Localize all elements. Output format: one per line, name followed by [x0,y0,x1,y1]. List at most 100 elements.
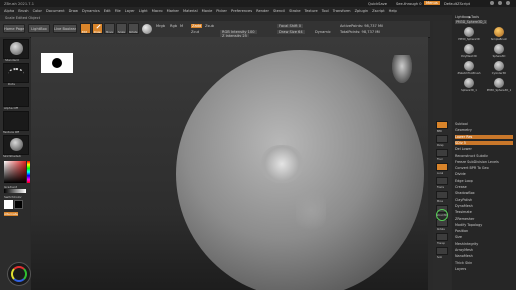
brush-standard-thumb[interactable] [3,39,29,59]
minimize-icon[interactable] [490,1,494,5]
menu-item-document[interactable]: Document [46,9,65,13]
panel-item-meshintegrity[interactable]: MeshIntegrity [455,242,513,247]
polyframe-icon[interactable] [436,209,448,221]
alternate-button[interactable]: Alternate [4,212,18,216]
stroke-dots-thumb[interactable] [3,63,29,83]
menu-item-preferences[interactable]: Preferences [231,9,252,13]
panel-item-arraymesh[interactable]: ArrayMesh [455,248,513,253]
menu-item-zscript[interactable]: Zscript [372,9,384,13]
menu-item-layer[interactable]: Layer [125,9,135,13]
shelf-button-solo[interactable]: Solo [436,247,448,259]
gradient-bar[interactable] [4,189,26,193]
shelf-button-bpr[interactable]: BPR [436,121,448,133]
menu-item-macro[interactable]: Macro [152,9,163,13]
maximize-icon[interactable] [498,1,502,5]
draw-button[interactable]: Draw [92,23,103,34]
m-button[interactable]: M [180,24,183,28]
panel-item-edge-loop[interactable]: Edge Loop [455,179,513,184]
material-sphere-icon[interactable] [142,24,152,34]
panel-item-nanomesh[interactable]: NanoMesh [455,254,513,259]
panel-item-del-lower[interactable]: Del Lower [455,147,513,152]
menu-item-stroke[interactable]: Stroke [289,9,300,13]
shelf-button-move[interactable]: Move [436,191,448,203]
focal-shift-slider[interactable]: Focal Shift 0 [277,24,304,28]
menu-item-tool[interactable]: Tool [322,9,329,13]
panel-item-divide[interactable]: Divide [455,172,513,177]
shelf-button-frame[interactable]: Frame [436,177,448,189]
subtool-thumb[interactable]: PM3D_Sphere3D_1 [485,78,513,94]
menu-item-stencil[interactable]: Stencil [273,9,285,13]
menu-item-draw[interactable]: Draw [69,9,78,13]
menu-item-material[interactable]: Material [183,9,198,13]
menu-item-edit[interactable]: Edit [104,9,111,13]
rgb-button[interactable]: Rgb [170,24,177,28]
menu-item-color[interactable]: Color [33,9,42,13]
panel-item-crease[interactable]: Crease [455,185,513,190]
menu-item-picker[interactable]: Picker [216,9,227,13]
panel-item-position[interactable]: Position [455,229,513,234]
zadd-button[interactable]: Zadd [191,24,203,28]
panel-item-convert-bpr-to-geo[interactable]: Convert BPR To Geo [455,166,513,171]
panel-item-size[interactable]: Size [455,235,513,240]
menu-item-texture[interactable]: Texture [305,9,318,13]
shelf-button-floor[interactable]: Floor [436,149,448,161]
see-through-slider[interactable]: See-through 0 [396,2,422,6]
menu-item-zplugin[interactable]: Zplugin [355,9,369,13]
menu-item-render[interactable]: Render [256,9,269,13]
panel-item-zremesher[interactable]: ZRemesher [455,217,513,222]
edit-button[interactable]: Edit [80,23,91,34]
menu-item-light[interactable]: Light [139,9,148,13]
panel-item-dynamesh[interactable]: DynaMesh [455,204,513,209]
menu-item-dynamics[interactable]: Dynamics [82,9,100,13]
alpha-thumb[interactable] [3,87,29,107]
sculpted-sphere[interactable] [176,50,424,290]
shelf-button-local[interactable]: Local [436,163,448,175]
hue-slider[interactable] [27,161,30,183]
navigation-head-icon[interactable] [392,55,412,83]
subtool-thumb[interactable]: PM3D_Sphere3D [455,27,483,43]
shelf-button-transp[interactable]: Transp [436,233,448,245]
panel-item-geometry[interactable]: Geometry [455,128,513,133]
subtool-thumb[interactable]: Sphere3D [485,44,513,60]
mrgb-button[interactable]: Mrgb [156,24,165,28]
zsub-button[interactable]: Zsub [205,24,214,28]
panel-item-lower-res[interactable]: Lower Res [455,134,513,140]
color-wheel-widget[interactable] [7,262,31,286]
subtool-thumb[interactable]: PolyMesh3D [455,44,483,60]
panel-item-modify-topology[interactable]: Modify Topology [455,223,513,228]
panel-item-claypolish[interactable]: ClayPolish [455,198,513,203]
menu-item-help[interactable]: Help [389,9,397,13]
panel-item-subtool[interactable]: Subtool [455,122,513,127]
subtool-thumb[interactable]: ZSketchToolBrush [455,61,483,77]
panel-item-layers[interactable]: Layers [455,267,513,272]
lightbox-tools-button[interactable]: Lightbox▶Tools [455,15,479,19]
panel-item-sdiv-5[interactable]: SDiv 5 [455,140,513,146]
subtool-thumb[interactable]: SimpleBrush [485,27,513,43]
panel-item-freeze-subdivision-levels[interactable]: Freeze SubDivision Levels [455,160,513,165]
menus-toggle[interactable]: Menus [424,1,440,5]
material-thumb[interactable] [3,135,29,155]
menu-item-file[interactable]: File [115,9,121,13]
menu-item-transform[interactable]: Transform [333,9,351,13]
color-picker[interactable] [4,161,26,183]
main-color-swatch[interactable] [4,200,13,209]
lightbox-button[interactable]: LightBox [28,24,50,33]
subtool-thumb[interactable]: Cylinder3D [485,61,513,77]
draw-size-slider[interactable]: Draw Size 64 [277,30,305,34]
shelf-button-persp[interactable]: Persp [436,135,448,147]
panel-item-thick-skin[interactable]: Thick Skin [455,261,513,266]
rotate-button[interactable]: Rotate [128,23,139,34]
subtool-thumb[interactable]: Sphere3D_1 [455,78,483,94]
live-boolean-button[interactable]: Live Boolean [53,24,77,33]
panel-item-reconstruct-subdiv[interactable]: Reconstruct Subdiv [455,154,513,159]
close-icon[interactable] [506,1,510,5]
dynamic-button[interactable]: Dynamic [315,30,331,34]
texture-thumb[interactable] [3,111,29,131]
quicksave-button[interactable]: QuickSave [368,2,387,6]
default-zscript-button[interactable]: DefaultZScript [444,2,470,6]
move-button[interactable]: Move [104,23,115,34]
secondary-color-swatch[interactable] [14,200,23,209]
menu-item-brush[interactable]: Brush [18,9,28,13]
menu-item-movie[interactable]: Movie [202,9,213,13]
panel-item-tessimate[interactable]: Tessimate [455,210,513,215]
